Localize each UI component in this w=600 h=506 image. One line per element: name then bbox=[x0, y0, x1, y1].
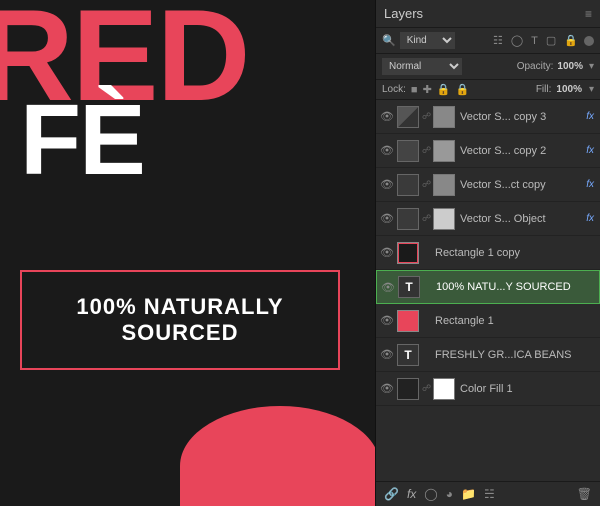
canvas-box: 100% NATURALLYSOURCED bbox=[20, 270, 340, 370]
delete-layer-icon[interactable]: 🗑 bbox=[577, 487, 592, 501]
fill-value: 100% bbox=[556, 84, 582, 95]
layer-thumbnail bbox=[397, 310, 419, 332]
lock-label: Lock: bbox=[382, 84, 406, 95]
chain-icon: ☍ bbox=[422, 179, 430, 190]
adjustment-layer-icon[interactable]: ◕ bbox=[446, 487, 453, 501]
layer-item[interactable]: 👁 Rectangle 1 copy bbox=[376, 236, 600, 270]
panel-footer: 🔗 fx ◯ ◕ 📁 ☵ 🗑 bbox=[376, 481, 600, 506]
visibility-icon[interactable]: 👁 bbox=[380, 144, 394, 157]
layer-name: Rectangle 1 bbox=[435, 315, 596, 327]
opacity-label: Opacity: bbox=[517, 61, 554, 72]
layer-mask-thumbnail bbox=[433, 208, 455, 230]
visibility-icon[interactable]: 👁 bbox=[380, 314, 394, 327]
layer-thumbnail bbox=[397, 242, 419, 264]
layer-thumbnail bbox=[397, 174, 419, 196]
filter-icon[interactable]: ☷ bbox=[491, 33, 505, 48]
visibility-icon[interactable]: 👁 bbox=[380, 178, 394, 191]
layer-mask-icon[interactable]: ◯ bbox=[424, 487, 437, 501]
kind-select[interactable]: Kind bbox=[400, 32, 455, 49]
layer-thumbnail bbox=[397, 208, 419, 230]
lock-filter-icon[interactable]: 🔒 bbox=[562, 33, 580, 48]
layer-thumbnail bbox=[397, 140, 419, 162]
fx-label[interactable]: fx bbox=[586, 111, 594, 122]
layer-name: Vector S... copy 2 bbox=[460, 145, 583, 157]
layer-mask-thumbnail bbox=[433, 140, 455, 162]
chain-icon: ☍ bbox=[422, 213, 430, 224]
panel-menu-icon[interactable]: ≡ bbox=[585, 7, 592, 21]
visibility-icon[interactable]: 👁 bbox=[380, 212, 394, 225]
layer-thumbnail: T bbox=[398, 276, 420, 298]
fx-label[interactable]: fx bbox=[586, 213, 594, 224]
search-icons: ☷ ◯ T ▢ 🔒 bbox=[491, 33, 594, 48]
layer-name: Rectangle 1 copy bbox=[435, 247, 596, 259]
layer-item[interactable]: 👁 ☍ Vector S...ct copy fx bbox=[376, 168, 600, 202]
visibility-icon[interactable]: 👁 bbox=[380, 110, 394, 123]
layer-item[interactable]: 👁 T FRESHLY GR...ICA BEANS bbox=[376, 338, 600, 372]
chain-icon: ☍ bbox=[422, 111, 430, 122]
canvas-box-text: 100% NATURALLYSOURCED bbox=[76, 294, 283, 346]
layer-thumbnail: T bbox=[397, 344, 419, 366]
canvas-area: RED FÈ 100% NATURALLYSOURCED bbox=[0, 0, 375, 506]
search-icon: 🔍 bbox=[382, 34, 396, 47]
layer-name: Vector S... copy 3 bbox=[460, 111, 583, 123]
fill-dropdown-icon[interactable]: ▾ bbox=[589, 84, 594, 95]
visibility-icon[interactable]: 👁 bbox=[380, 246, 394, 259]
lock-pixels-icon[interactable]: ■ bbox=[411, 84, 418, 96]
lock-bar: Lock: ■ ✚ 🔒 🔒 Fill: 100% ▾ bbox=[376, 80, 600, 100]
layer-name: 100% NATU...Y SOURCED bbox=[436, 281, 595, 293]
lock-all-icon[interactable]: 🔒 bbox=[455, 83, 469, 96]
layer-item[interactable]: 👁 Rectangle 1 bbox=[376, 304, 600, 338]
layer-thumbnail bbox=[397, 378, 419, 400]
link-layers-icon[interactable]: 🔗 bbox=[384, 487, 399, 501]
layer-item-selected[interactable]: 👁 T 100% NATU...Y SOURCED bbox=[376, 270, 600, 304]
chain-icon: ☍ bbox=[422, 383, 430, 394]
layer-item[interactable]: 👁 ☍ Vector S... copy 3 fx bbox=[376, 100, 600, 134]
fill-label: Fill: bbox=[536, 84, 552, 95]
layer-name: Color Fill 1 bbox=[460, 383, 596, 395]
chain-icon: ☍ bbox=[422, 145, 430, 156]
layer-item[interactable]: 👁 ☍ Vector S... copy 2 fx bbox=[376, 134, 600, 168]
dot-icon bbox=[584, 36, 594, 46]
new-layer-icon[interactable]: ☵ bbox=[484, 487, 495, 501]
new-group-icon[interactable]: 📁 bbox=[461, 487, 476, 501]
fx-label[interactable]: fx bbox=[586, 145, 594, 156]
layer-list[interactable]: 👁 ☍ Vector S... copy 3 fx 👁 ☍ Vector S..… bbox=[376, 100, 600, 481]
layer-name: Vector S...ct copy bbox=[460, 179, 583, 191]
panel-title: Layers bbox=[384, 6, 423, 21]
visibility-icon[interactable]: 👁 bbox=[380, 348, 394, 361]
panel-header: Layers ≡ bbox=[376, 0, 600, 28]
layer-mask-thumbnail bbox=[433, 174, 455, 196]
layer-name: FRESHLY GR...ICA BEANS bbox=[435, 349, 596, 361]
visibility-icon[interactable]: 👁 bbox=[381, 281, 395, 294]
layer-name: Vector S... Object bbox=[460, 213, 583, 225]
layer-mask-thumbnail bbox=[433, 106, 455, 128]
shape-filter-icon[interactable]: ▢ bbox=[544, 33, 558, 48]
blend-mode-select[interactable]: Normal Multiply Screen bbox=[382, 58, 462, 75]
search-bar: 🔍 Kind ☷ ◯ T ▢ 🔒 bbox=[376, 28, 600, 54]
layer-mask-thumbnail bbox=[433, 378, 455, 400]
opacity-value: 100% bbox=[557, 61, 583, 72]
lock-icons: ■ ✚ 🔒 🔒 bbox=[411, 83, 469, 96]
fx-button[interactable]: fx bbox=[407, 487, 416, 501]
canvas-white-text: FÈ bbox=[20, 90, 144, 190]
lock-artboard-icon[interactable]: 🔒 bbox=[437, 83, 451, 96]
layers-panel: Layers ≡ 🔍 Kind ☷ ◯ T ▢ 🔒 Normal Multipl… bbox=[375, 0, 600, 506]
opacity-dropdown-icon[interactable]: ▾ bbox=[589, 61, 594, 72]
layer-item[interactable]: 👁 ☍ Vector S... Object fx bbox=[376, 202, 600, 236]
visibility-icon[interactable]: 👁 bbox=[380, 382, 394, 395]
layer-thumbnail bbox=[397, 106, 419, 128]
circle-filter-icon[interactable]: ◯ bbox=[509, 33, 525, 48]
fx-label[interactable]: fx bbox=[586, 179, 594, 190]
lock-position-icon[interactable]: ✚ bbox=[423, 83, 432, 96]
canvas-red-curve bbox=[180, 406, 375, 506]
text-filter-icon[interactable]: T bbox=[529, 34, 540, 48]
layer-item[interactable]: 👁 ☍ Color Fill 1 bbox=[376, 372, 600, 406]
blend-bar: Normal Multiply Screen Opacity: 100% ▾ bbox=[376, 54, 600, 80]
